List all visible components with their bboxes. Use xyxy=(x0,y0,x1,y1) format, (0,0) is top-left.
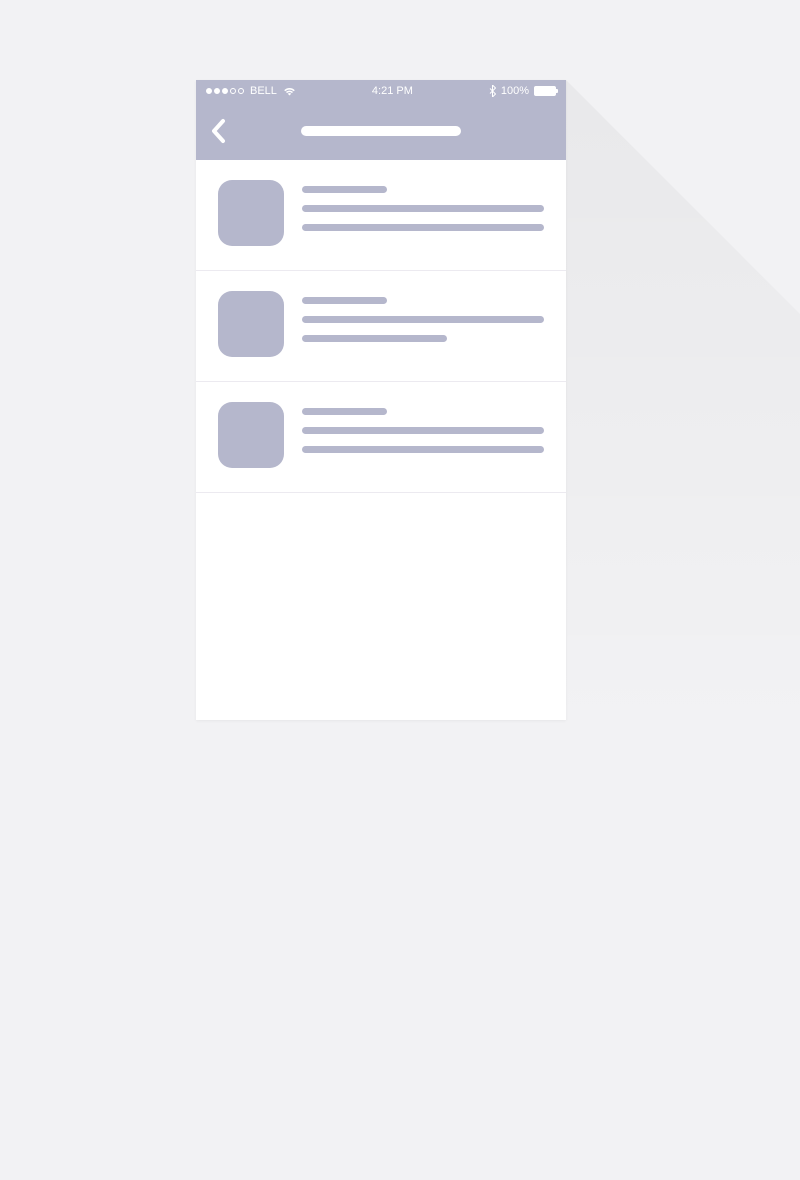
battery-pct-label: 100% xyxy=(501,85,529,97)
item-title-placeholder xyxy=(302,297,387,304)
item-line-placeholder xyxy=(302,224,544,231)
signal-strength-icon xyxy=(206,88,244,94)
chevron-left-icon xyxy=(210,118,226,144)
thumbnail-placeholder xyxy=(218,291,284,357)
bluetooth-icon xyxy=(489,85,496,97)
navigation-bar xyxy=(196,102,566,160)
status-right: 100% xyxy=(489,85,556,97)
carrier-label: BELL xyxy=(250,85,277,97)
status-bar: BELL 4:21 PM 100% xyxy=(196,80,566,102)
list-item[interactable] xyxy=(196,160,566,271)
drop-shadow xyxy=(566,80,800,1180)
item-line-placeholder xyxy=(302,427,544,434)
wifi-icon xyxy=(283,87,296,96)
list-item[interactable] xyxy=(196,382,566,493)
phone-frame: BELL 4:21 PM 100% xyxy=(196,80,566,720)
item-content xyxy=(302,291,544,357)
thumbnail-placeholder xyxy=(218,180,284,246)
battery-icon xyxy=(534,86,556,96)
list-view[interactable] xyxy=(196,160,566,493)
back-button[interactable] xyxy=(210,118,226,144)
item-line-placeholder xyxy=(302,335,447,342)
item-line-placeholder xyxy=(302,446,544,453)
item-title-placeholder xyxy=(302,186,387,193)
clock-label: 4:21 PM xyxy=(372,85,413,97)
item-line-placeholder xyxy=(302,316,544,323)
status-left: BELL xyxy=(206,85,296,97)
item-content xyxy=(302,180,544,246)
list-item[interactable] xyxy=(196,271,566,382)
item-content xyxy=(302,402,544,468)
item-line-placeholder xyxy=(302,205,544,212)
page-title-placeholder xyxy=(301,126,461,136)
item-title-placeholder xyxy=(302,408,387,415)
thumbnail-placeholder xyxy=(218,402,284,468)
